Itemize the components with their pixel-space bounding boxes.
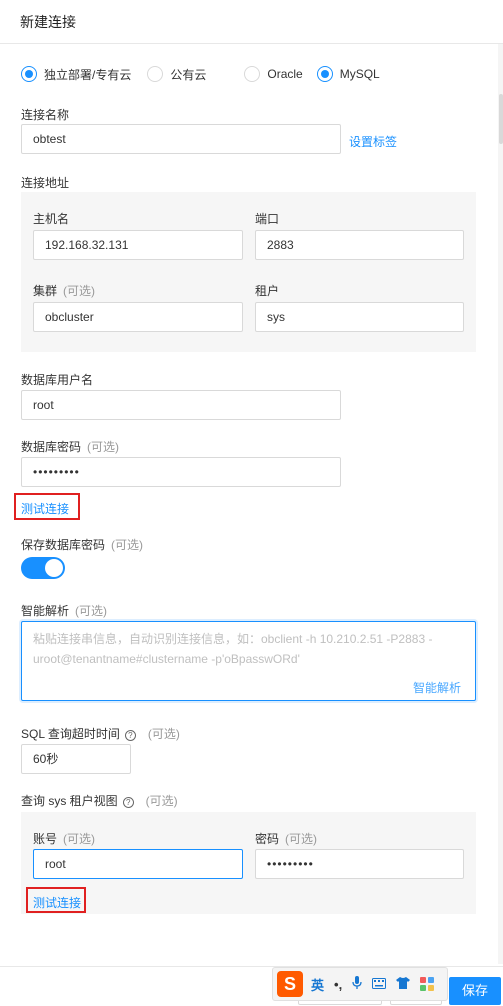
toggle-knob: [45, 559, 63, 577]
shirt-icon[interactable]: [396, 976, 411, 992]
db-password-input[interactable]: •••••••••: [21, 457, 341, 487]
save-password-label: 保存数据库密码 (可选): [21, 536, 143, 553]
db-password-label: 数据库密码 (可选): [21, 438, 119, 455]
radio-circle: [316, 66, 333, 82]
question-circle-icon[interactable]: ?: [124, 730, 136, 741]
conn-name-input[interactable]: obtest: [21, 124, 341, 154]
ime-punctuation-toggle[interactable]: •,: [334, 977, 342, 992]
microphone-icon[interactable]: [352, 975, 362, 993]
save-password-label-text: 保存数据库密码: [21, 538, 106, 552]
test-connection-link[interactable]: 测试连接: [21, 500, 69, 517]
radio-circle: [21, 66, 37, 82]
optional-hint: (可选): [63, 284, 96, 298]
db-password-label-text: 数据库密码: [21, 440, 82, 454]
radio-public-cloud[interactable]: 公有云: [147, 66, 206, 83]
optional-hint: (可选): [111, 538, 144, 552]
keyboard-icon[interactable]: [372, 977, 387, 992]
scrollbar-thumb[interactable]: [499, 94, 503, 144]
address-label: 连接地址: [21, 176, 70, 190]
optional-hint: (可选): [147, 727, 180, 741]
password-label: 密码 (可选): [255, 830, 317, 847]
save-password-toggle[interactable]: [21, 557, 65, 579]
sys-view-label-text: 查询 sys 租户视图: [21, 794, 118, 808]
optional-hint: (可选): [145, 794, 178, 808]
ime-toolbar: S 英 •,: [272, 967, 448, 1001]
optional-hint: (可选): [87, 440, 120, 454]
cluster-label-text: 集群: [33, 284, 58, 298]
port-input[interactable]: 2883: [255, 230, 464, 260]
sql-timeout-label: SQL 查询超时时间? (可选): [21, 725, 180, 742]
modal-title: 新建连接: [20, 14, 76, 30]
save-button[interactable]: 保存: [449, 977, 501, 1005]
ime-lang-toggle[interactable]: 英: [311, 975, 324, 994]
cluster-label: 集群 (可选): [33, 282, 95, 299]
smart-parse-label: 智能解析 (可选): [21, 602, 107, 619]
smart-parse-button[interactable]: 智能解析: [413, 679, 461, 696]
tenant-label: 租户: [255, 284, 280, 298]
modal-header: 新建连接: [0, 0, 503, 44]
db-user-label: 数据库用户名: [21, 373, 94, 387]
radio-label: Oracle: [267, 67, 303, 81]
port-label: 端口: [255, 212, 280, 226]
sogou-logo-icon[interactable]: S: [277, 971, 303, 997]
smart-parse-label-text: 智能解析: [21, 604, 70, 618]
sql-timeout-input[interactable]: 60秒: [21, 744, 131, 774]
db-user-input[interactable]: root: [21, 390, 341, 420]
radio-oracle[interactable]: Oracle: [244, 66, 303, 82]
radio-private-cloud[interactable]: 独立部署/专有云: [21, 66, 131, 83]
textarea-placeholder: 粘贴连接串信息，自动识别连接信息，如：obclient -h 10.210.2.…: [33, 632, 433, 666]
radio-label: 独立部署/专有云: [44, 67, 132, 82]
password-label-text: 密码: [255, 832, 280, 846]
sys-test-connection-link[interactable]: 测试连接: [33, 894, 81, 911]
optional-hint: (可选): [63, 832, 96, 846]
host-label: 主机名: [33, 212, 70, 226]
radio-circle: [147, 66, 164, 82]
host-input[interactable]: 192.168.32.131: [33, 230, 243, 260]
sys-password-input[interactable]: •••••••••: [255, 849, 464, 879]
conn-name-label: 连接名称: [21, 108, 70, 122]
radio-mysql[interactable]: MySQL: [316, 66, 380, 82]
radio-label: 公有云: [170, 67, 207, 82]
cluster-input[interactable]: obcluster: [33, 302, 243, 332]
radio-label: MySQL: [339, 67, 380, 81]
question-circle-icon[interactable]: ?: [122, 797, 134, 808]
sys-account-input[interactable]: root: [33, 849, 243, 879]
scrollbar-track[interactable]: [498, 44, 503, 964]
apps-grid-icon[interactable]: [420, 977, 435, 991]
sys-view-label: 查询 sys 租户视图? (可选): [21, 792, 178, 809]
account-label: 账号 (可选): [33, 830, 95, 847]
tenant-input[interactable]: sys: [255, 302, 464, 332]
account-label-text: 账号: [33, 832, 58, 846]
radio-circle: [244, 66, 261, 82]
optional-hint: (可选): [285, 832, 318, 846]
connection-string-textarea[interactable]: 粘贴连接串信息，自动识别连接信息，如：obclient -h 10.210.2.…: [21, 621, 476, 701]
optional-hint: (可选): [75, 604, 108, 618]
set-tag-link[interactable]: 设置标签: [349, 133, 397, 150]
env-radio-group: 独立部署/专有云 公有云 Oracle MySQL: [21, 66, 396, 82]
sql-timeout-label-text: SQL 查询超时时间: [21, 727, 120, 741]
